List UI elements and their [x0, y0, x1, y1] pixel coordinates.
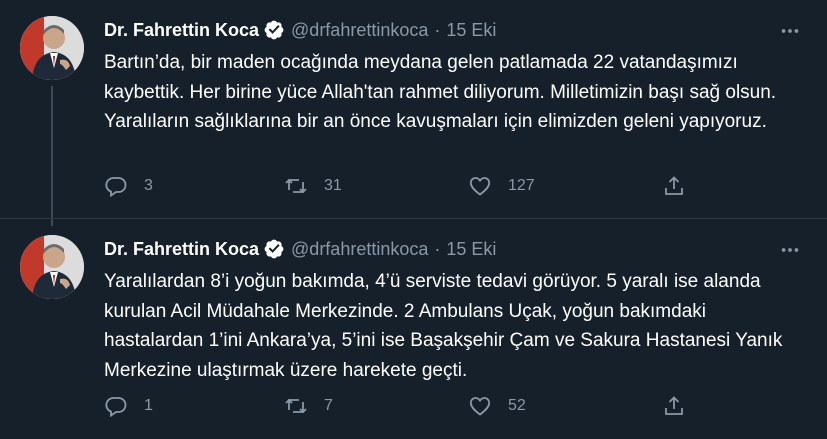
avatar[interactable] [20, 235, 84, 299]
retweet-icon [285, 398, 307, 414]
more-horizontal-icon[interactable] [779, 20, 801, 44]
heart-icon [469, 397, 491, 416]
tweet-text: Bartın’da, bir maden ocağında meydana ge… [104, 52, 777, 132]
tweet[interactable]: Dr. Fahrettin Koca @drfahrettinkoca · 15… [0, 0, 827, 226]
author-handle[interactable]: @drfahrettinkoca [291, 239, 428, 260]
tweet-header: Dr. Fahrettin Koca @drfahrettinkoca · 15… [104, 18, 496, 42]
author-handle[interactable]: @drfahrettinkoca [291, 20, 428, 41]
verified-badge-icon [263, 238, 285, 260]
share-icon [665, 176, 683, 195]
like-button[interactable]: 52 [468, 394, 526, 418]
author-name[interactable]: Dr. Fahrettin Koca [104, 20, 259, 41]
tweet-date[interactable]: 15 Eki [446, 20, 496, 41]
tweet-header: Dr. Fahrettin Koca @drfahrettinkoca · 15… [104, 237, 496, 261]
tweet[interactable]: Dr. Fahrettin Koca @drfahrettinkoca · 15… [0, 218, 827, 439]
tweet-actions: 3 31 127 [104, 174, 704, 202]
thread-connector-line [51, 86, 53, 226]
heart-icon [469, 177, 491, 196]
like-count: 52 [508, 397, 526, 414]
like-button[interactable]: 127 [468, 174, 535, 198]
retweet-button[interactable]: 7 [284, 394, 333, 418]
like-count: 127 [508, 177, 535, 194]
reply-button[interactable]: 3 [104, 174, 153, 198]
retweet-count: 31 [324, 177, 342, 194]
retweet-count: 7 [324, 397, 333, 414]
separator-dot: · [434, 238, 441, 259]
share-button[interactable] [662, 174, 686, 198]
separator-dot: · [434, 19, 441, 40]
retweet-button[interactable]: 31 [284, 174, 342, 198]
verified-badge-icon [263, 19, 285, 41]
tweet-text: Yaralılardan 8’i yoğun bakımda, 4’ü serv… [104, 271, 783, 381]
reply-icon [105, 177, 127, 198]
share-button[interactable] [662, 394, 686, 418]
reply-count: 3 [144, 177, 153, 194]
share-icon [665, 396, 683, 415]
reply-icon [105, 397, 127, 418]
author-name[interactable]: Dr. Fahrettin Koca [104, 239, 259, 260]
reply-button[interactable]: 1 [104, 394, 153, 418]
more-horizontal-icon[interactable] [779, 239, 801, 263]
avatar[interactable] [20, 16, 84, 80]
retweet-icon [285, 178, 307, 194]
reply-count: 1 [144, 397, 153, 414]
tweet-date[interactable]: 15 Eki [446, 239, 496, 260]
tweet-actions: 1 7 52 [104, 394, 704, 422]
